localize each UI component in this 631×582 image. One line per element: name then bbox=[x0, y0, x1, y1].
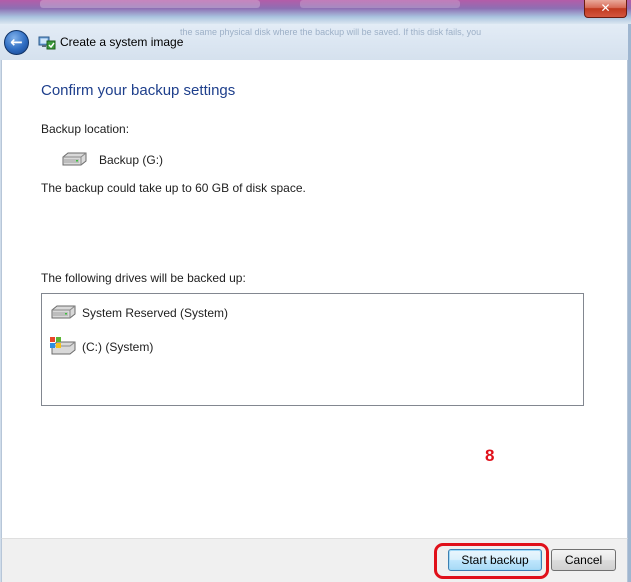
back-button[interactable]: ← bbox=[4, 30, 29, 55]
main-content: Confirm your backup settings Backup loca… bbox=[1, 60, 628, 538]
backup-location-label: Backup location: bbox=[41, 122, 130, 136]
navigation-bar: ← Create a system image the same physica… bbox=[0, 24, 631, 60]
close-button[interactable]: ✕ bbox=[584, 0, 627, 18]
drives-list[interactable]: System Reserved (System) (C:) (System) bbox=[41, 293, 584, 406]
blurred-background bbox=[300, 0, 460, 8]
page-title: Confirm your backup settings bbox=[41, 82, 236, 99]
disk-space-text: The backup could take up to 60 GB of dis… bbox=[41, 181, 306, 195]
start-backup-button[interactable]: Start backup bbox=[448, 549, 542, 571]
backup-drive-label: Backup (G:) bbox=[99, 153, 164, 167]
list-item[interactable]: System Reserved (System) bbox=[46, 302, 446, 324]
hard-drive-icon bbox=[51, 305, 76, 319]
step-annotation: 8 bbox=[485, 446, 495, 465]
background-window-text: the same physical disk where the backup … bbox=[180, 27, 482, 37]
window-title: Create a system image bbox=[60, 35, 184, 49]
cancel-button[interactable]: Cancel bbox=[551, 549, 616, 571]
blurred-background bbox=[40, 0, 260, 8]
drives-list-label: The following drives will be backed up: bbox=[41, 271, 246, 285]
drive-label: (C:) (System) bbox=[82, 340, 154, 354]
backup-app-icon bbox=[38, 36, 56, 50]
windows-drive-icon bbox=[50, 337, 76, 355]
hard-drive-icon bbox=[62, 152, 87, 166]
drive-label: System Reserved (System) bbox=[82, 306, 229, 320]
list-item[interactable]: (C:) (System) bbox=[46, 336, 446, 358]
window-frame bbox=[0, 0, 631, 24]
